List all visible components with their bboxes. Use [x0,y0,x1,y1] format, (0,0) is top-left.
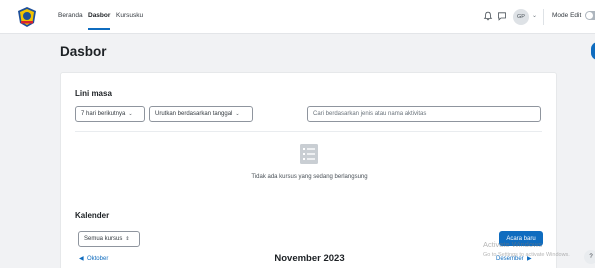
help-button[interactable]: ? [584,250,595,264]
calendar-title: Kalender [75,211,110,220]
nav-link-kursusku[interactable]: Kursusku [116,12,143,19]
chat-icon[interactable] [497,11,507,21]
timeline-title: Lini masa [75,89,112,98]
top-navbar: Beranda Dasbor Kursusku GP ⌄ Mode Edit [0,0,595,34]
timeline-empty-message: Tidak ada kursus yang sedang berlangsung [251,174,368,180]
navbar-divider [543,9,544,25]
site-logo[interactable] [15,6,39,28]
watermark-title: Activate Windows [483,240,543,249]
activate-windows-watermark: Activate Windows Go to Settings to activ… [483,240,570,260]
calendar-course-select[interactable]: Semua kursus ⇕ [78,231,140,247]
nav-link-beranda[interactable]: Beranda [58,12,83,19]
mode-edit-label: Mode Edit [552,12,582,19]
nav-link-dasbor[interactable]: Dasbor [88,12,111,30]
select-arrows-icon: ⇕ [125,236,130,242]
timeline-days-label: 7 hari berikutnya [81,111,126,117]
mode-edit-toggle[interactable] [585,11,595,20]
user-avatar[interactable]: GP [513,9,529,25]
timeline-sort-dropdown[interactable]: Urutkan berdasarkan tanggal ⌄ [149,106,253,122]
timeline-search-placeholder: Cari berdasarkan jenis atau nama aktivit… [313,111,427,117]
calendar-course-label: Semua kursus [84,236,123,242]
timeline-days-filter[interactable]: 7 hari berikutnya ⌄ [75,106,145,122]
dashboard-card: Lini masa 7 hari berikutnya ⌄ Urutkan be… [60,72,557,268]
timeline-sort-label: Urutkan berdasarkan tanggal [155,111,233,117]
chevron-down-icon: ⌄ [235,111,240,117]
watermark-subtitle: Go to Settings to activate Windows. [483,252,570,258]
page-title: Dasbor [60,44,107,59]
drawer-toggle-button[interactable] [591,42,595,60]
chevron-down-icon[interactable]: ⌄ [532,12,537,19]
chevron-down-icon: ⌄ [128,111,133,117]
empty-activities-icon [300,144,318,164]
notification-bell-icon[interactable] [483,11,493,21]
divider [75,131,542,132]
timeline-search-input[interactable]: Cari berdasarkan jenis atau nama aktivit… [307,106,541,122]
